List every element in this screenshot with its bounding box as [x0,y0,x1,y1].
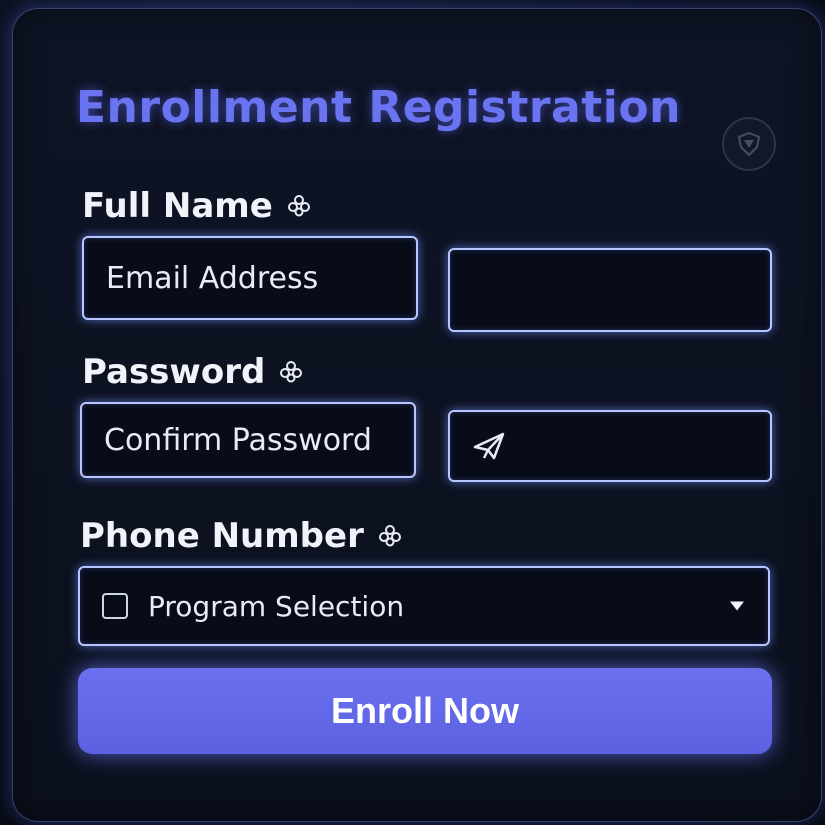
shield-icon [737,131,761,157]
program-checkbox[interactable] [102,593,128,619]
enroll-now-button[interactable]: Enroll Now [78,668,772,754]
message-field[interactable] [448,410,772,482]
confirm-password-placeholder: Confirm Password [104,422,372,458]
flower-icon [378,524,402,548]
confirm-password-field[interactable]: Confirm Password [80,402,416,478]
full-name-label-row: Full Name [82,186,311,226]
program-selection-dropdown[interactable]: Program Selection [78,566,770,646]
shield-badge[interactable] [722,117,776,171]
full-name-secondary-field[interactable] [448,248,772,332]
phone-number-label: Phone Number [80,516,364,556]
phone-label-row: Phone Number [80,516,402,556]
program-selection-value: Program Selection [148,589,405,623]
email-field[interactable]: Email Address [82,236,418,320]
form-title: Enrollment Registration [76,82,681,133]
send-icon [472,431,506,461]
flower-icon [279,360,303,384]
flower-icon [287,194,311,218]
password-label: Password [82,352,266,392]
password-label-row: Password [82,352,303,392]
full-name-label: Full Name [82,186,273,226]
app-screen: Enrollment Registration Full Name Email … [0,0,825,825]
chevron-down-icon[interactable] [730,601,744,611]
email-field-placeholder: Email Address [106,260,319,296]
